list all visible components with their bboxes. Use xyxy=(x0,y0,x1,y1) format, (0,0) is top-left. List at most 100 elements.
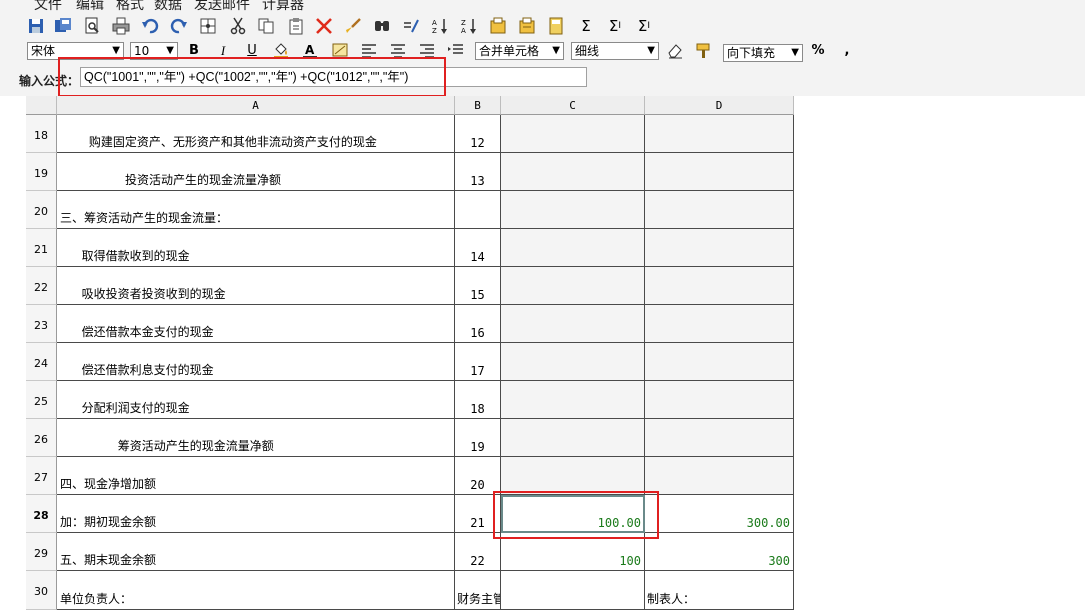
cell-a-28[interactable]: 加：期初现金余额 xyxy=(57,495,455,533)
cell-c-18[interactable] xyxy=(501,115,645,153)
formula-input[interactable]: QC("1001","","年") +QC("1002","","年") +QC… xyxy=(80,67,587,87)
align-left-icon[interactable] xyxy=(359,41,379,61)
cell-a-24[interactable]: 偿还借款利息支付的现金 xyxy=(57,343,455,381)
column-header-d[interactable]: D xyxy=(645,96,794,115)
cell-c-19[interactable] xyxy=(501,153,645,191)
cell-b-25[interactable]: 18 xyxy=(455,381,501,419)
cut-icon[interactable] xyxy=(228,16,248,36)
column-header-b[interactable]: B xyxy=(455,96,501,115)
comma-button[interactable]: , xyxy=(837,41,857,61)
save-as-icon[interactable] xyxy=(53,16,73,36)
cell-d-27[interactable] xyxy=(645,457,794,495)
cell-b-22[interactable]: 15 xyxy=(455,267,501,305)
cell-c-29[interactable]: 100 xyxy=(501,533,645,571)
row-header[interactable]: 24 xyxy=(26,343,57,381)
row-header[interactable]: 25 xyxy=(26,381,57,419)
grid-icon[interactable] xyxy=(198,16,218,36)
cell-c-22[interactable] xyxy=(501,267,645,305)
redo-icon[interactable] xyxy=(169,16,189,36)
menu-send-mail[interactable]: 发送邮件 xyxy=(194,0,250,12)
row-header[interactable]: 30 xyxy=(26,571,57,610)
cell-a-27[interactable]: 四、现金净增加额 xyxy=(57,457,455,495)
menu-data[interactable]: 数据 xyxy=(154,0,182,12)
cell-d-18[interactable] xyxy=(645,115,794,153)
chart2-icon[interactable] xyxy=(517,16,537,36)
cell-b-26[interactable]: 19 xyxy=(455,419,501,457)
cell-c-25[interactable] xyxy=(501,381,645,419)
row-header[interactable]: 19 xyxy=(26,153,57,191)
cell-c-28[interactable]: 100.00 xyxy=(501,495,645,533)
eraser-icon[interactable] xyxy=(665,41,685,61)
underline-button[interactable]: U xyxy=(242,41,262,61)
menu-format[interactable]: 格式 xyxy=(116,0,144,12)
row-header[interactable]: 29 xyxy=(26,533,57,571)
row-header[interactable]: 22 xyxy=(26,267,57,305)
copy-icon[interactable] xyxy=(256,16,276,36)
cell-b-30[interactable]: 财务主管： xyxy=(455,571,501,610)
row-header[interactable]: 26 xyxy=(26,419,57,457)
cell-b-28[interactable]: 21 xyxy=(455,495,501,533)
cell-d-24[interactable] xyxy=(645,343,794,381)
delete-icon[interactable] xyxy=(314,16,334,36)
cell-c-24[interactable] xyxy=(501,343,645,381)
row-header[interactable]: 27 xyxy=(26,457,57,495)
cell-d-25[interactable] xyxy=(645,381,794,419)
border-style-select[interactable]: 细线 ▼ xyxy=(571,42,659,60)
cell-a-22[interactable]: 吸收投资者投资收到的现金 xyxy=(57,267,455,305)
save-icon[interactable] xyxy=(26,16,46,36)
formula-edit-icon[interactable] xyxy=(401,16,421,36)
cell-b-27[interactable]: 20 xyxy=(455,457,501,495)
cell-d-22[interactable] xyxy=(645,267,794,305)
row-header[interactable]: 23 xyxy=(26,305,57,343)
align-center-icon[interactable] xyxy=(388,41,408,61)
font-color-icon[interactable]: A xyxy=(300,41,320,61)
menu-edit[interactable]: 编辑 xyxy=(76,0,104,12)
column-header-c[interactable]: C xyxy=(501,96,645,115)
menu-file[interactable]: 文件 xyxy=(34,0,62,12)
column-header-a[interactable]: A xyxy=(57,96,455,115)
fill-down-select[interactable]: 向下填充 ▼ xyxy=(723,44,803,62)
indent-icon[interactable] xyxy=(446,41,466,61)
row-header[interactable]: 18 xyxy=(26,115,57,153)
merge-cells-select[interactable]: 合并单元格 ▼ xyxy=(475,42,564,60)
bold-button[interactable]: B xyxy=(184,41,204,61)
cell-a-19[interactable]: 投资活动产生的现金流量净额 xyxy=(57,153,455,191)
calc-icon[interactable] xyxy=(546,16,566,36)
menu-calculator[interactable]: 计算器 xyxy=(262,0,304,12)
cell-c-26[interactable] xyxy=(501,419,645,457)
cell-a-23[interactable]: 偿还借款本金支付的现金 xyxy=(57,305,455,343)
cell-c-20[interactable] xyxy=(501,191,645,229)
cell-b-19[interactable]: 13 xyxy=(455,153,501,191)
cell-b-24[interactable]: 17 xyxy=(455,343,501,381)
sort-desc-icon[interactable]: ZA xyxy=(459,16,479,36)
italic-button[interactable]: I xyxy=(213,41,233,61)
sum-col-icon[interactable]: ΣI xyxy=(634,16,654,36)
sum-row-icon[interactable]: ΣI xyxy=(605,16,625,36)
find-icon[interactable] xyxy=(372,16,392,36)
format-painter-icon[interactable] xyxy=(694,41,714,61)
sort-asc-icon[interactable]: AZ xyxy=(430,16,450,36)
highlight-icon[interactable] xyxy=(330,41,350,61)
cell-d-20[interactable] xyxy=(645,191,794,229)
fill-color-icon[interactable] xyxy=(271,41,291,61)
cell-a-29[interactable]: 五、期末现金余额 xyxy=(57,533,455,571)
row-header[interactable]: 20 xyxy=(26,191,57,229)
cell-a-20[interactable]: 三、筹资活动产生的现金流量： xyxy=(57,191,455,229)
cell-b-18[interactable]: 12 xyxy=(455,115,501,153)
cell-d-19[interactable] xyxy=(645,153,794,191)
undo-icon[interactable] xyxy=(140,16,160,36)
cell-d-28[interactable]: 300.00 xyxy=(645,495,794,533)
cell-c-30[interactable] xyxy=(501,571,645,610)
font-size-select[interactable]: 10 ▼ xyxy=(130,42,178,60)
cell-b-29[interactable]: 22 xyxy=(455,533,501,571)
percent-button[interactable]: % xyxy=(808,41,828,61)
brush-icon[interactable] xyxy=(343,16,363,36)
cell-a-25[interactable]: 分配利润支付的现金 xyxy=(57,381,455,419)
chart-icon[interactable] xyxy=(488,16,508,36)
cell-c-21[interactable] xyxy=(501,229,645,267)
row-header[interactable]: 21 xyxy=(26,229,57,267)
cell-c-27[interactable] xyxy=(501,457,645,495)
cell-b-23[interactable]: 16 xyxy=(455,305,501,343)
print-preview-icon[interactable] xyxy=(82,16,102,36)
cell-c-23[interactable] xyxy=(501,305,645,343)
